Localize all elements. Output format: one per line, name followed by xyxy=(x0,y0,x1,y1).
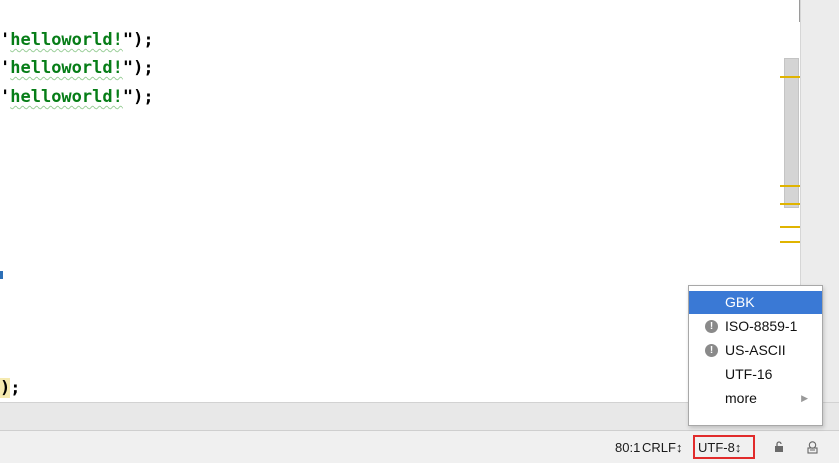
lock-icon[interactable] xyxy=(771,439,787,455)
encoding-option-more[interactable]: more ▶ xyxy=(689,387,822,410)
string-literal: helloworld! xyxy=(10,30,123,50)
warning-icon: ! xyxy=(705,320,718,333)
encoding-selector[interactable]: UTF-8↕ xyxy=(698,440,741,455)
string-literal: helloworld! xyxy=(10,87,123,107)
inspector-icon[interactable] xyxy=(804,439,820,455)
encoding-option-iso-8859-1[interactable]: ! ISO-8859-1 xyxy=(689,315,822,338)
error-stripe-marker[interactable] xyxy=(780,226,800,228)
error-stripe-marker[interactable] xyxy=(780,241,800,243)
code-line[interactable]: ); xyxy=(0,378,21,398)
submenu-arrow-icon: ▶ xyxy=(801,393,808,403)
warning-icon: ! xyxy=(705,344,718,357)
error-stripe-marker[interactable] xyxy=(780,76,800,78)
code-line[interactable]: 'helloworld!"); xyxy=(0,30,154,50)
status-bar: 80:1 CRLF↕ UTF-8↕ xyxy=(0,430,839,463)
line-separator-selector[interactable]: CRLF↕ xyxy=(642,440,682,455)
code-line[interactable]: 'helloworld!"); xyxy=(0,58,154,78)
code-editor[interactable]: 'helloworld!"); 'helloworld!"); 'hellowo… xyxy=(0,0,786,402)
error-stripe-marker[interactable] xyxy=(780,203,800,205)
error-stripe-marker[interactable] xyxy=(780,185,800,187)
code-line[interactable]: 'helloworld!"); xyxy=(0,87,154,107)
caret-position[interactable]: 80:1 xyxy=(615,440,640,455)
encoding-option-utf-16[interactable]: UTF-16 xyxy=(689,363,822,386)
encoding-popup: GBK ! ISO-8859-1 ! US-ASCII UTF-16 more … xyxy=(688,285,823,426)
encoding-option-gbk[interactable]: GBK xyxy=(689,291,822,314)
string-literal: helloworld! xyxy=(10,58,123,78)
encoding-option-us-ascii[interactable]: ! US-ASCII xyxy=(689,339,822,362)
matched-paren: ) xyxy=(0,378,11,398)
caret-marker xyxy=(0,271,3,279)
